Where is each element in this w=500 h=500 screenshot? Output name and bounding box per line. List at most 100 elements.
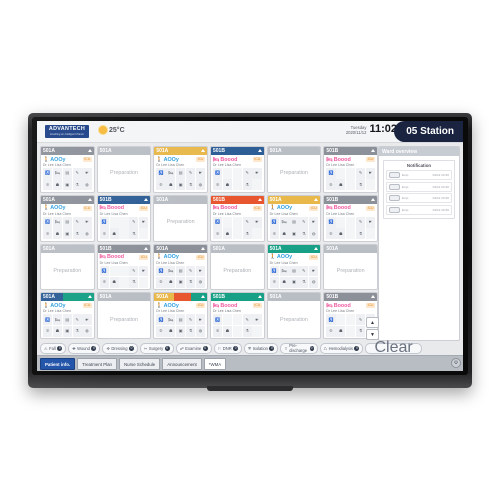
drip-icon[interactable]: ▣ bbox=[62, 325, 72, 337]
pen-icon[interactable]: ✎ bbox=[242, 314, 252, 326]
filter-chip-fall[interactable]: ⚠ Fall 0 bbox=[40, 342, 67, 354]
drip-icon[interactable]: ▣ bbox=[289, 228, 299, 239]
hand-icon[interactable]: ☛ bbox=[252, 168, 262, 179]
person-icon[interactable]: ☗ bbox=[222, 228, 233, 239]
monitor-icon[interactable]: ❊ bbox=[269, 228, 279, 239]
pen-icon[interactable]: ✎ bbox=[242, 216, 252, 228]
flask-icon[interactable]: ⚗ bbox=[242, 179, 252, 191]
scroll-up-button[interactable]: ▲ bbox=[366, 317, 379, 328]
pen-icon[interactable]: ✎ bbox=[299, 216, 309, 228]
pen-icon[interactable]: ✎ bbox=[185, 265, 196, 277]
bed-icon[interactable]: 🛏 bbox=[166, 314, 176, 326]
bed-card[interactable]: 501A Preparation bbox=[153, 194, 208, 242]
hand-icon[interactable]: ☛ bbox=[252, 216, 262, 228]
wheelchair-icon[interactable]: ♿ bbox=[326, 216, 336, 228]
bed-card[interactable]: 501B🛏BooodICUDr Lee Lisa Chen♿🛏▤✎☛❊☗▣⚗◍ bbox=[96, 194, 152, 242]
gauge-icon[interactable]: ◍ bbox=[365, 228, 375, 239]
gauge-icon[interactable]: ◍ bbox=[195, 276, 205, 288]
drip-icon[interactable]: ▣ bbox=[176, 179, 186, 191]
hand-icon[interactable]: ☛ bbox=[195, 265, 205, 277]
filter-chip-surgery[interactable]: ✂ Surgery 0 bbox=[139, 342, 174, 354]
flask-icon[interactable]: ⚗ bbox=[299, 228, 309, 239]
bed-icon[interactable]: 🛏 bbox=[109, 265, 119, 277]
drip-icon[interactable]: ▣ bbox=[346, 325, 356, 337]
monitor-icon[interactable]: ❊ bbox=[326, 179, 336, 191]
bed-card[interactable]: 501A 🚶 AOOy ICU Dr Lee Lisa Chen ♿ 🛏 ▤ ✎ ☛ ❊ ☗ ▣ ⚗ ◍ bbox=[40, 292, 95, 339]
clear-filters-button[interactable]: Clear bbox=[365, 339, 422, 356]
pen-icon[interactable]: ✎ bbox=[72, 216, 82, 228]
wheelchair-icon[interactable]: ♿ bbox=[269, 265, 279, 277]
bed-card[interactable]: 501B🛏BooodICUDr Lee Lisa Chen♿🛏▤✎☛❊☗▣⚗◍ bbox=[96, 243, 152, 291]
bed-card[interactable]: 501B🛏BooodICUDr Lee Lisa Chen♿🛏▤✎☛❊☗▣⚗◍ bbox=[210, 146, 265, 193]
bed-card[interactable]: 501A Preparation bbox=[266, 146, 322, 193]
wheelchair-icon[interactable]: ♿ bbox=[213, 314, 223, 326]
person-icon[interactable]: ☗ bbox=[166, 325, 176, 337]
pen-icon[interactable]: ✎ bbox=[129, 216, 139, 228]
clipboard-icon[interactable]: ▤ bbox=[62, 216, 72, 228]
wheelchair-icon[interactable]: ♿ bbox=[269, 216, 279, 228]
bed-card[interactable]: 501A Preparation bbox=[266, 292, 322, 339]
gauge-icon[interactable]: ◍ bbox=[139, 276, 149, 288]
flask-icon[interactable]: ⚗ bbox=[72, 228, 82, 239]
gauge-icon[interactable]: ◍ bbox=[139, 228, 149, 239]
wheelchair-icon[interactable]: ♿ bbox=[156, 314, 166, 326]
drip-icon[interactable]: ▣ bbox=[346, 228, 356, 239]
hand-icon[interactable]: ☛ bbox=[365, 168, 375, 179]
notification-row[interactable]: Emp 04/12 20:30 bbox=[386, 193, 452, 203]
flask-icon[interactable]: ⚗ bbox=[72, 179, 82, 191]
bed-card[interactable]: 501A Preparation bbox=[96, 292, 152, 339]
hand-icon[interactable]: ☛ bbox=[82, 314, 92, 326]
flask-icon[interactable]: ⚗ bbox=[185, 325, 196, 337]
bed-card[interactable]: 501A Preparation bbox=[323, 243, 378, 291]
monitor-icon[interactable]: ❊ bbox=[156, 179, 166, 191]
pen-icon[interactable]: ✎ bbox=[355, 168, 366, 179]
person-icon[interactable]: ☗ bbox=[279, 228, 289, 239]
person-icon[interactable]: ☗ bbox=[336, 228, 346, 239]
bed-icon[interactable]: 🛏 bbox=[279, 265, 289, 277]
person-icon[interactable]: ☗ bbox=[52, 228, 63, 239]
pen-icon[interactable]: ✎ bbox=[185, 314, 196, 326]
clipboard-icon[interactable]: ▤ bbox=[62, 314, 72, 326]
hand-icon[interactable]: ☛ bbox=[139, 216, 149, 228]
gauge-icon[interactable]: ◍ bbox=[252, 228, 262, 239]
hand-icon[interactable]: ☛ bbox=[195, 314, 205, 326]
flask-icon[interactable]: ⚗ bbox=[72, 325, 82, 337]
bed-icon[interactable]: 🛏 bbox=[222, 168, 233, 179]
gauge-icon[interactable]: ◍ bbox=[195, 179, 205, 191]
bed-icon[interactable]: 🛏 bbox=[222, 216, 233, 228]
notification-list[interactable]: Notification Emp 04/12 20:30 Emp 04/12 20:3… bbox=[383, 160, 455, 219]
clipboard-icon[interactable]: ▤ bbox=[176, 314, 186, 326]
filter-chip-wound[interactable]: ✚ Wound 0 bbox=[68, 342, 101, 354]
person-icon[interactable]: ☗ bbox=[109, 276, 119, 288]
flask-icon[interactable]: ⚗ bbox=[185, 276, 196, 288]
person-icon[interactable]: ☗ bbox=[336, 325, 346, 337]
bed-card[interactable]: 501A 🚶 AOOy ICU Dr Lee Lisa Chen ♿ 🛏 ▤ ✎ ☛ ❊ ☗ ▣ ⚗ ◍ bbox=[153, 292, 208, 339]
clipboard-icon[interactable]: ▤ bbox=[62, 168, 72, 179]
wheelchair-icon[interactable]: ♿ bbox=[99, 265, 109, 277]
flask-icon[interactable]: ⚗ bbox=[129, 228, 139, 239]
pen-icon[interactable]: ✎ bbox=[355, 216, 366, 228]
bed-card[interactable]: 501A 🚶 AOOy ICU Dr Lee Lisa Chen ♿ 🛏 ▤ ✎ ☛ ❊ ☗ ▣ ⚗ ◍ bbox=[153, 146, 208, 193]
bed-icon[interactable]: 🛏 bbox=[52, 168, 63, 179]
person-icon[interactable]: ☗ bbox=[279, 276, 289, 288]
person-icon[interactable]: ☗ bbox=[222, 179, 233, 191]
person-icon[interactable]: ☗ bbox=[166, 179, 176, 191]
monitor-icon[interactable]: ❊ bbox=[43, 325, 53, 337]
gauge-icon[interactable]: ◍ bbox=[309, 276, 319, 288]
bed-card[interactable]: 501A Preparation bbox=[40, 243, 95, 291]
pen-icon[interactable]: ✎ bbox=[299, 265, 309, 277]
drip-icon[interactable]: ▣ bbox=[176, 325, 186, 337]
clipboard-icon[interactable]: ▤ bbox=[176, 265, 186, 277]
bed-icon[interactable]: 🛏 bbox=[336, 216, 346, 228]
monitor-icon[interactable]: ❊ bbox=[213, 325, 223, 337]
pen-icon[interactable]: ✎ bbox=[129, 265, 139, 277]
hand-icon[interactable]: ☛ bbox=[309, 216, 319, 228]
bed-card[interactable]: 501A Preparation bbox=[210, 243, 265, 291]
flask-icon[interactable]: ⚗ bbox=[299, 276, 309, 288]
tab-wma[interactable]: *WMA bbox=[203, 358, 227, 370]
scroll-down-button[interactable]: ▼ bbox=[366, 329, 379, 340]
hand-icon[interactable]: ☛ bbox=[309, 265, 319, 277]
drip-icon[interactable]: ▣ bbox=[346, 179, 356, 191]
bed-icon[interactable]: 🛏 bbox=[166, 265, 176, 277]
bed-card[interactable]: 501A 🚶 AOOy ICU Dr Lee Lisa Chen ♿ 🛏 ▤ ✎ ☛ ❊ ☗ ▣ ⚗ ◍ bbox=[266, 194, 322, 242]
